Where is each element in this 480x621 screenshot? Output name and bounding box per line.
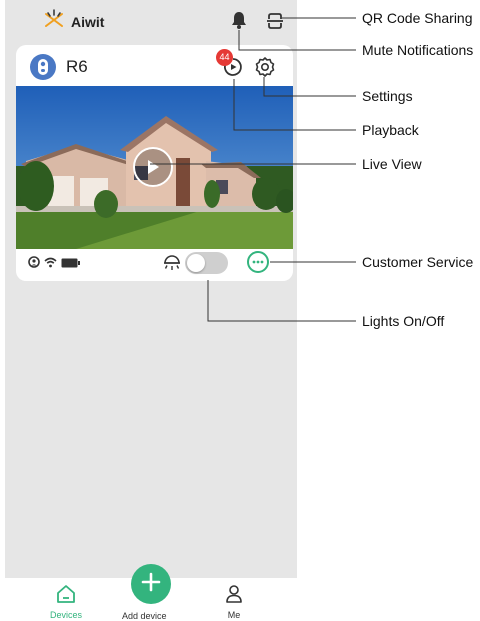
- settings-annotation: Settings: [362, 88, 413, 104]
- mute-notifications-annotation: Mute Notifications: [362, 42, 474, 58]
- lights-annotation: Lights On/Off: [362, 313, 445, 329]
- customer-service-annotation: Customer Service: [362, 254, 474, 270]
- live-view-annotation: Live View: [362, 156, 422, 172]
- playback-annotation: Playback: [362, 122, 419, 138]
- qr-code-sharing-annotation: QR Code Sharing: [362, 10, 473, 26]
